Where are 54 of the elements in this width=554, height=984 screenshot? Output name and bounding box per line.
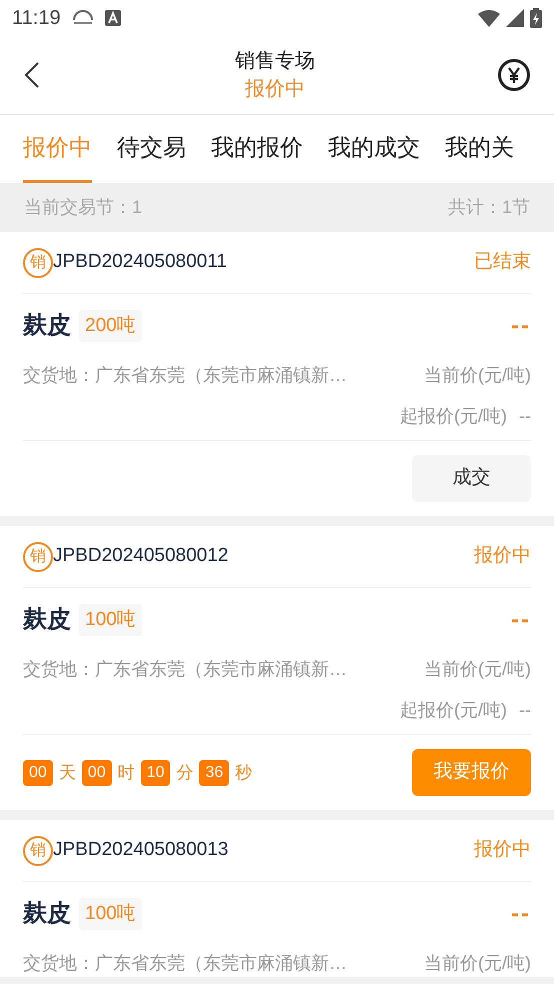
countdown-value: 10 [140,760,170,786]
currency-button[interactable] [498,59,530,91]
product-name: 麸皮 [23,605,71,635]
quantity-tag: 100吨 [79,898,142,930]
lot-code: JPBD202405080011 [53,250,227,274]
battery-icon [530,8,542,28]
delivery-location: 交货地：广东省东莞（东莞市麻涌镇新… [23,952,347,975]
session-total: 共计：1节 [448,196,530,219]
status-time: 11:19 [12,6,61,31]
product-name: 麸皮 [23,311,71,341]
lot-status: 报价中 [474,544,531,568]
quantity-tag: 200吨 [79,310,142,342]
current-price-label: 当前价(元/吨) [424,952,531,975]
lot-status: 已结束 [474,250,531,274]
countdown-unit: 天 [58,762,76,784]
page-title: 销售专场 [235,49,315,74]
countdown-unit: 分 [176,762,194,784]
back-icon [24,61,40,89]
countdown-value: 36 [199,760,230,786]
app-notification-icon [104,10,121,26]
start-price-label: 起报价(元/吨) [400,405,507,428]
delivery-location: 交货地：广东省东莞（东莞市麻涌镇新… [23,364,347,387]
wifi-icon [478,9,500,27]
current-price: -- [511,899,531,929]
tab[interactable]: 待交易 [117,115,186,183]
product-name: 麸皮 [23,899,71,929]
start-price: -- [519,405,531,428]
tab[interactable]: 我的报价 [211,115,303,183]
current-price-label: 当前价(元/吨) [424,364,531,387]
page-subtitle: 报价中 [245,77,305,102]
countdown-value: 00 [23,760,53,786]
current-price: -- [511,311,531,341]
countdown-unit: 秒 [235,762,252,784]
action-button[interactable]: 成交 [412,455,531,502]
yen-icon [507,67,521,83]
sale-badge: 销 [23,542,53,572]
tab[interactable]: 我的关 [445,115,514,183]
lot-code: JPBD202405080013 [53,838,228,862]
current-price-label: 当前价(元/吨) [424,658,531,681]
quantity-tag: 100吨 [79,604,142,636]
delivery-location: 交货地：广东省东莞（东莞市麻涌镇新… [23,658,347,681]
app-notification-icon [70,10,95,26]
current-session: 当前交易节：1 [24,196,142,219]
lot-code: JPBD202405080012 [53,544,228,568]
sale-badge: 销 [23,248,53,278]
countdown-unit: 时 [118,762,135,784]
lot-status: 报价中 [474,838,531,862]
start-price: -- [519,699,531,722]
current-price: -- [511,605,531,635]
countdown-value: 00 [82,760,112,786]
start-price-label: 起报价(元/吨) [400,699,507,722]
signal-icon [506,9,524,27]
sale-badge: 销 [23,836,53,866]
tab[interactable]: 我的成交 [328,115,420,183]
